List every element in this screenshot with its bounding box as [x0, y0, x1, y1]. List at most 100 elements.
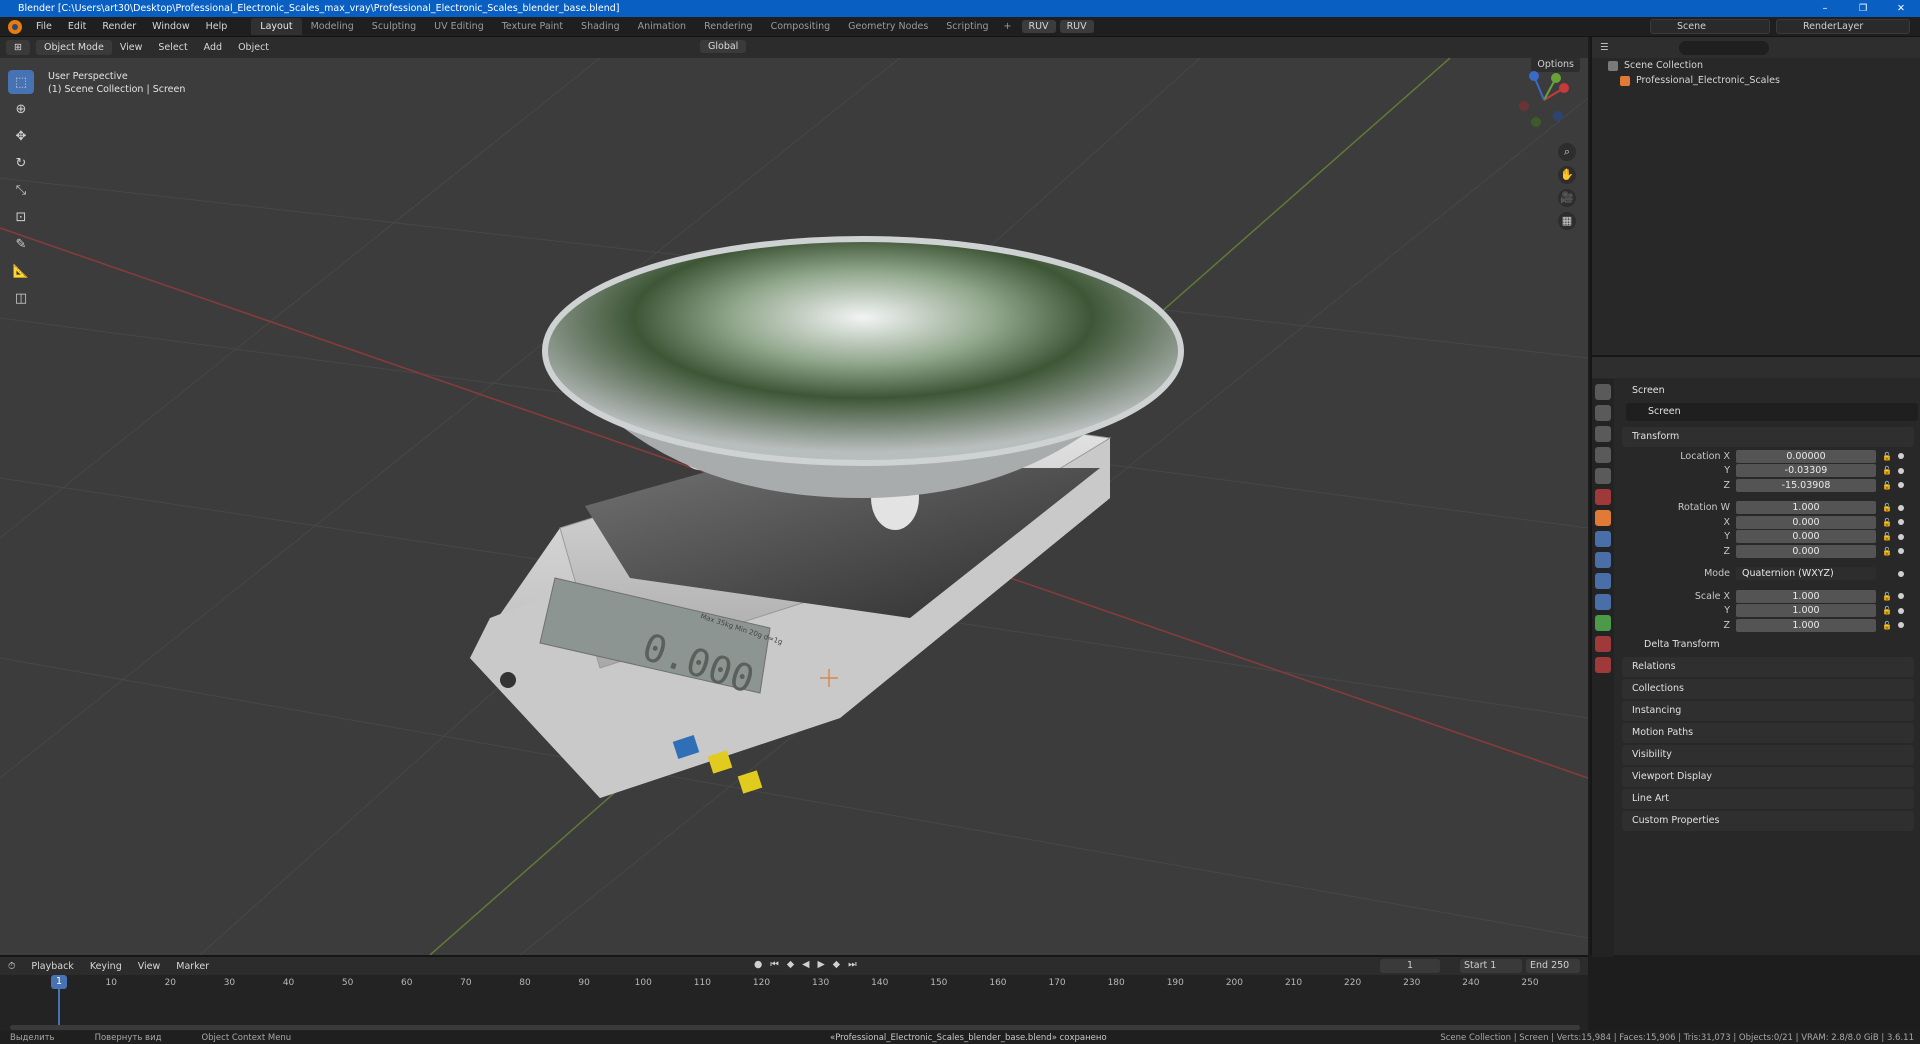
pan-hand-icon[interactable]: ✋ [1558, 166, 1576, 184]
particles-tab-icon[interactable] [1595, 552, 1611, 568]
maximize-button[interactable]: ❐ [1844, 0, 1882, 17]
play-icon[interactable]: ▶ [813, 959, 828, 970]
menu-edit[interactable]: Edit [60, 21, 94, 32]
object-name-field[interactable]: Screen [1626, 403, 1918, 421]
scene-selector[interactable]: Scene [1650, 19, 1770, 34]
timeline-menu-keying[interactable]: Keying [82, 961, 130, 972]
scene-tab-icon[interactable] [1595, 468, 1611, 484]
tab-rendering[interactable]: Rendering [695, 18, 762, 35]
menu-window[interactable]: Window [144, 21, 197, 32]
transform-orientation-dropdown[interactable]: Global [700, 40, 747, 53]
lock-icon[interactable]: 🔓 [1882, 481, 1894, 490]
prev-keyframe-icon[interactable]: ◆ [783, 959, 798, 970]
output-tab-icon[interactable] [1595, 426, 1611, 442]
tab-geometry-nodes[interactable]: Geometry Nodes [839, 18, 937, 35]
rotation-y-field[interactable]: 0.000 [1736, 530, 1876, 544]
timeline-menu-view[interactable]: View [130, 961, 169, 972]
transform-panel-header[interactable]: Transform [1622, 427, 1914, 447]
navigation-gizmo[interactable] [1514, 70, 1574, 130]
timeline-scrollbar[interactable] [10, 1025, 1580, 1030]
current-frame-field[interactable]: 1 [1380, 959, 1440, 973]
keyframe-dot-icon[interactable] [1898, 548, 1904, 555]
menu-render[interactable]: Render [94, 21, 144, 32]
ortho-grid-icon[interactable]: ▦ [1558, 212, 1576, 230]
tab-texture-paint[interactable]: Texture Paint [493, 18, 572, 35]
outliner-item[interactable]: Professional_Electronic_Scales [1592, 73, 1920, 88]
data-tab-icon[interactable] [1595, 615, 1611, 631]
timeline-menu-marker[interactable]: Marker [168, 961, 217, 972]
rotation-w-field[interactable]: 1.000 [1736, 501, 1876, 515]
play-reverse-icon[interactable]: ◀ [798, 959, 813, 970]
panel-line-art[interactable]: Line Art [1622, 788, 1914, 809]
transform-tool-icon[interactable]: ⊡ [8, 205, 34, 229]
ruv-button-1[interactable]: RUV [1021, 20, 1056, 33]
lock-icon[interactable]: 🔓 [1882, 606, 1894, 615]
3d-viewport[interactable]: 0.000 Max 35kg Min 20g d=1g User Perspec… [0, 58, 1588, 955]
keyframe-dot-icon[interactable] [1898, 593, 1904, 600]
playhead[interactable]: 1 [51, 975, 67, 989]
viewport-menu-object[interactable]: Object [230, 42, 277, 53]
panel-delta-transform[interactable]: Delta Transform [1622, 635, 1914, 655]
material-tab-icon[interactable] [1595, 636, 1611, 652]
lock-icon[interactable]: 🔓 [1882, 592, 1894, 601]
tab-scripting[interactable]: Scripting [937, 18, 997, 35]
end-frame-field[interactable]: End 250 [1526, 959, 1580, 973]
rotate-tool-icon[interactable]: ↻ [8, 151, 34, 175]
close-button[interactable]: ✕ [1882, 0, 1920, 17]
start-frame-field[interactable]: Start 1 [1460, 959, 1522, 973]
lock-icon[interactable]: 🔓 [1882, 547, 1894, 556]
panel-motion-paths[interactable]: Motion Paths [1622, 722, 1914, 743]
location-x-field[interactable]: 0.00000 [1736, 449, 1876, 463]
world-tab-icon[interactable] [1595, 489, 1611, 505]
lock-icon[interactable]: 🔓 [1882, 518, 1894, 527]
tool-tab-icon[interactable] [1595, 384, 1611, 400]
keyframe-dot-icon[interactable] [1898, 622, 1904, 629]
tab-shading[interactable]: Shading [572, 18, 629, 35]
object-tab-icon[interactable] [1595, 510, 1611, 526]
object-mode-dropdown[interactable]: Object Mode [35, 40, 112, 55]
keyframe-dot-icon[interactable] [1898, 607, 1904, 614]
scale-tool-icon[interactable]: ⤡ [8, 178, 34, 202]
location-z-field[interactable]: -15.03908 [1736, 478, 1876, 492]
panel-collections[interactable]: Collections [1622, 678, 1914, 699]
tab-animation[interactable]: Animation [629, 18, 695, 35]
modifier-tab-icon[interactable] [1595, 531, 1611, 547]
viewport-menu-add[interactable]: Add [196, 42, 230, 53]
blender-logo-icon[interactable] [8, 19, 22, 34]
jump-end-icon[interactable]: ⏭ [844, 959, 861, 970]
outliner-scene-collection[interactable]: Scene Collection [1592, 58, 1920, 73]
scale-x-field[interactable]: 1.000 [1736, 589, 1876, 603]
rotation-x-field[interactable]: 0.000 [1736, 515, 1876, 529]
keyframe-dot-icon[interactable] [1898, 504, 1904, 511]
add-workspace-icon[interactable]: + [998, 21, 1018, 32]
timeline-menu-playback[interactable]: Playback [23, 961, 81, 972]
keyframe-dot-icon[interactable] [1898, 570, 1904, 577]
render-layer-selector[interactable]: RenderLayer [1776, 19, 1910, 34]
texture-tab-icon[interactable] [1595, 657, 1611, 673]
lock-icon[interactable]: 🔓 [1882, 621, 1894, 630]
physics-tab-icon[interactable] [1595, 573, 1611, 589]
panel-custom-properties[interactable]: Custom Properties [1622, 810, 1914, 831]
keyframe-dot-icon[interactable] [1898, 482, 1904, 489]
camera-view-icon[interactable]: 🎥 [1558, 189, 1576, 207]
select-box-tool-icon[interactable]: ⬚ [8, 70, 34, 94]
constraints-tab-icon[interactable] [1595, 594, 1611, 610]
viewport-menu-view[interactable]: View [112, 42, 151, 53]
rotation-mode-dropdown[interactable]: Quaternion (WXYZ) [1736, 567, 1876, 581]
timeline-ruler[interactable]: 1102030405060708090100110120130140150160… [0, 975, 1588, 993]
lock-icon[interactable]: 🔓 [1882, 466, 1894, 475]
measure-tool-icon[interactable]: 📐 [8, 259, 34, 283]
menu-file[interactable]: File [28, 21, 60, 32]
tab-uv-editing[interactable]: UV Editing [425, 18, 493, 35]
add-cube-tool-icon[interactable]: ◫ [8, 286, 34, 310]
view-layer-tab-icon[interactable] [1595, 447, 1611, 463]
tab-sculpting[interactable]: Sculpting [363, 18, 425, 35]
lock-icon[interactable]: 🔓 [1882, 532, 1894, 541]
panel-relations[interactable]: Relations [1622, 656, 1914, 677]
panel-visibility[interactable]: Visibility [1622, 744, 1914, 765]
editor-type-icon[interactable]: ⊞ [6, 40, 30, 55]
keyframe-dot-icon[interactable] [1898, 453, 1904, 460]
viewport-menu-select[interactable]: Select [150, 42, 195, 53]
move-tool-icon[interactable]: ✥ [8, 124, 34, 148]
next-keyframe-icon[interactable]: ◆ [829, 959, 844, 970]
